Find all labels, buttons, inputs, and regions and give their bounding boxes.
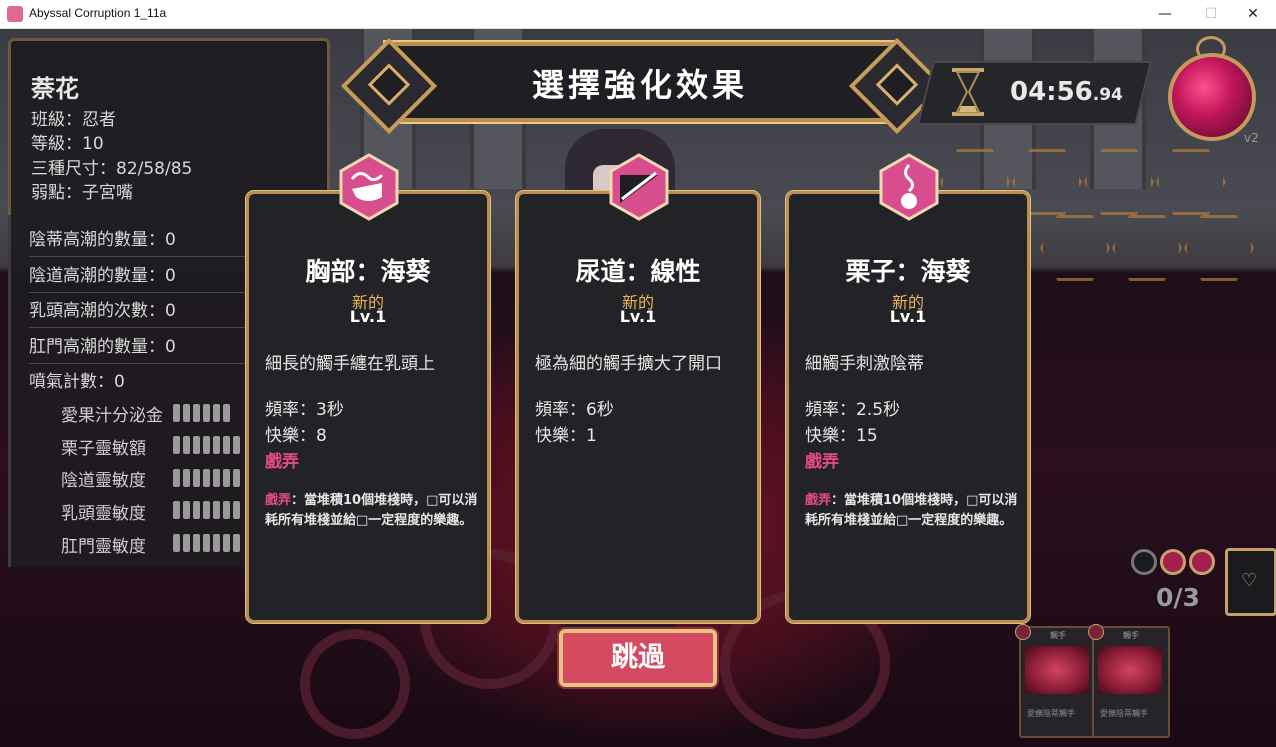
charge-pip-empty xyxy=(1131,549,1157,575)
sensitivity-gauge xyxy=(173,404,233,422)
hand-card-art xyxy=(1098,646,1162,694)
close-button[interactable]: ✕ xyxy=(1230,0,1276,28)
hex-slot xyxy=(1156,149,1226,215)
count-stat: 肛門高潮的數量：0 xyxy=(29,332,259,364)
count-stat: 陰蒂高潮的數量：0 xyxy=(29,225,259,257)
sensitivity-label: 乳頭靈敏度 xyxy=(61,504,146,524)
banner-body: 選擇強化效果 xyxy=(383,40,897,124)
clitoris-tentacle-icon xyxy=(879,153,939,221)
hex-slot xyxy=(1112,215,1182,281)
sensitivity-gauge xyxy=(173,501,243,519)
card-level: Lv.1 xyxy=(349,307,387,326)
urethra-line-icon xyxy=(609,153,669,221)
deck-button[interactable]: ♡ xyxy=(1225,548,1276,616)
hand-card-title: 觸手 xyxy=(1123,631,1139,640)
sensitivity-gauge xyxy=(173,534,243,552)
heart-icon: ♡ xyxy=(1241,570,1258,591)
climax-stats-panel: 陰蒂高潮的數量：0 陰道高潮的數量：0 乳頭高潮的次數：0 肛門高潮的數量：0 … xyxy=(8,215,259,567)
skip-button[interactable]: 跳過 xyxy=(557,627,719,689)
hand-card[interactable]: 觸手 愛撫陰蒂觸手 xyxy=(1088,624,1170,738)
title-banner: 選擇強化效果 xyxy=(340,37,946,135)
weakness-stat: 弱點：子宮嘴 xyxy=(31,183,133,203)
hourglass-icon xyxy=(952,68,984,116)
count-stat: 陰道高潮的數量：0 xyxy=(29,261,259,293)
charge-pip xyxy=(1160,549,1186,575)
measurements-stat: 三種尺寸：82/58/85 xyxy=(31,159,193,179)
breast-tentacle-icon xyxy=(339,153,399,221)
card-frequency: 頻率：6秒 xyxy=(535,400,614,420)
hand-card[interactable]: 觸手 愛撫陰蒂觸手 xyxy=(1015,624,1097,738)
card-pleasure: 快樂：8 xyxy=(265,426,327,446)
sensitivity-gauge xyxy=(173,436,243,454)
sensitivity-label: 肛門靈敏度 xyxy=(61,537,146,557)
charge-pip xyxy=(1189,549,1215,575)
card-frequency: 頻率：2.5秒 xyxy=(805,400,901,420)
tentacle-decoration xyxy=(300,629,410,739)
card-note: 戲弄：當堆積10個堆棧時，□可以消耗所有堆棧並給□一定程度的樂趣。 xyxy=(265,493,478,528)
upgrade-card[interactable]: 尿道：線性 新的 Lv.1 極為細的觸手擴大了開口 頻率：6秒 快樂：1 xyxy=(515,190,761,624)
upgrade-card[interactable]: 栗子：海葵 新的 Lv.1 細觸手刺激陰蒂 頻率：2.5秒 快樂：15 戲弄 戲… xyxy=(785,190,1031,624)
deck-counter: 0/3 xyxy=(1156,583,1200,612)
upgrade-card[interactable]: 胸部：海葵 新的 Lv.1 細長的觸手纏在乳頭上 頻率：3秒 快樂：8 戲弄 戲… xyxy=(245,190,491,624)
hand-card-title: 觸手 xyxy=(1050,631,1066,640)
sensitivity-label: 愛果汁分泌金 xyxy=(61,406,163,426)
card-description: 細長的觸手纏在乳頭上 xyxy=(265,354,435,374)
level-stat: 等級：10 xyxy=(31,134,104,154)
card-title: 栗子：海葵 xyxy=(845,257,971,286)
hand-card-desc: 愛撫陰蒂觸手 xyxy=(1027,709,1075,718)
character-name: 萘花 xyxy=(31,75,79,103)
count-stat: 噴氣計數：0 xyxy=(29,372,125,392)
hex-slot xyxy=(1184,215,1254,281)
card-pleasure: 快樂：15 xyxy=(805,426,878,446)
card-title: 尿道：線性 xyxy=(575,257,701,286)
minimize-button[interactable]: — xyxy=(1142,0,1188,28)
page-title: 選擇強化效果 xyxy=(531,66,748,104)
sensitivity-gauge xyxy=(173,469,243,487)
hand-card-desc: 愛撫陰蒂觸手 xyxy=(1100,709,1148,718)
card-pleasure: 快樂：1 xyxy=(535,426,597,446)
sensitivity-label: 陰道靈敏度 xyxy=(61,471,146,491)
maximize-button[interactable]: ☐ xyxy=(1188,0,1234,28)
orb-label: v2 xyxy=(1244,131,1259,145)
timer-readout: 04:56.94 xyxy=(1010,77,1123,107)
card-tag: 戲弄 xyxy=(805,452,839,472)
card-level: Lv.1 xyxy=(889,307,927,326)
card-note: 戲弄：當堆積10個堆棧時，□可以消耗所有堆棧並給□一定程度的樂趣。 xyxy=(805,493,1018,528)
hand-card-art xyxy=(1025,646,1089,694)
card-description: 極為細的觸手擴大了開口 xyxy=(535,354,722,374)
corruption-orb xyxy=(1168,53,1256,141)
card-frequency: 頻率：3秒 xyxy=(265,400,344,420)
window-titlebar: Abyssal Corruption 1_11a — ☐ ✕ xyxy=(0,0,1276,29)
card-title: 胸部：海葵 xyxy=(305,257,431,286)
class-stat: 班級：忍者 xyxy=(31,110,116,130)
app-icon xyxy=(7,6,23,22)
hex-slot xyxy=(1040,215,1110,281)
count-stat: 乳頭高潮的次數：0 xyxy=(29,296,259,328)
card-description: 細觸手刺激陰蒂 xyxy=(805,354,924,374)
window-title: Abyssal Corruption 1_11a xyxy=(29,6,167,20)
card-level: Lv.1 xyxy=(619,307,657,326)
card-tag: 戲弄 xyxy=(265,452,299,472)
sensitivity-label: 栗子靈敏額 xyxy=(61,439,146,459)
